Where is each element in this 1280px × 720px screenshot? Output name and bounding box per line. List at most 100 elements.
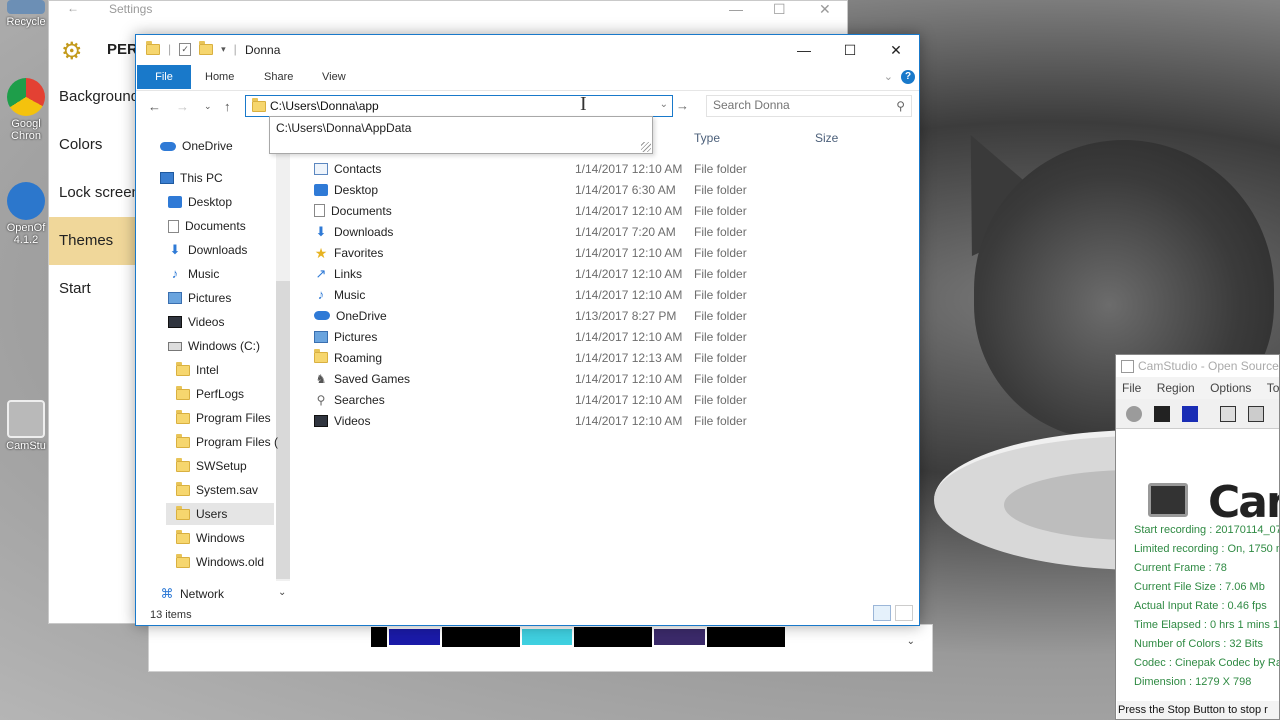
file-row[interactable]: ♪ Music 1/14/2017 12:10 AM File folder bbox=[311, 284, 911, 305]
back-arrow-icon[interactable]: ← bbox=[67, 1, 79, 15]
nav-item-music[interactable]: ♪ Music bbox=[168, 263, 220, 285]
file-type: File folder bbox=[694, 161, 747, 176]
theme-thumbnail[interactable] bbox=[652, 627, 708, 647]
file-row[interactable]: ♞ Saved Games 1/14/2017 12:10 AM File fol… bbox=[311, 368, 911, 389]
chevron-down-icon[interactable]: ⌄ bbox=[907, 636, 915, 647]
details-view-icon[interactable] bbox=[873, 605, 891, 621]
search-input[interactable] bbox=[713, 98, 873, 112]
nav-item-system-sav[interactable]: System.sav bbox=[176, 479, 258, 501]
menu-options[interactable]: Options bbox=[1210, 381, 1251, 395]
ribbon-tab-file[interactable]: File bbox=[137, 65, 191, 89]
autocomplete-item[interactable]: C:\Users\Donna\AppData bbox=[276, 121, 411, 135]
nav-item-windows-old[interactable]: Windows.old bbox=[176, 551, 264, 573]
minimize-icon[interactable]: — bbox=[729, 1, 743, 17]
desktop-icon-recycle-bin[interactable]: Recycle bbox=[2, 0, 50, 28]
file-row[interactable]: Documents 1/14/2017 12:10 AM File folder bbox=[311, 200, 911, 221]
settings-nav-background[interactable]: Background bbox=[49, 73, 135, 121]
menu-tools[interactable]: Too bbox=[1267, 381, 1279, 395]
pause-icon[interactable] bbox=[1154, 406, 1170, 422]
ribbon-tab-share[interactable]: Share bbox=[264, 65, 293, 89]
settings-nav-start[interactable]: Start bbox=[49, 265, 135, 313]
file-row[interactable]: Roaming 1/14/2017 12:13 AM File folder bbox=[311, 347, 911, 368]
nav-item-windows[interactable]: Windows bbox=[176, 527, 245, 549]
nav-pane-scrollbar-thumb[interactable] bbox=[276, 281, 290, 579]
minimize-button[interactable]: — bbox=[781, 39, 827, 61]
desktop-icon bbox=[314, 183, 328, 196]
file-row[interactable]: ★ Favorites 1/14/2017 12:10 AM File folde… bbox=[311, 242, 911, 263]
back-icon[interactable]: ← bbox=[148, 99, 161, 114]
file-row[interactable]: Pictures 1/14/2017 12:10 AM File folder bbox=[311, 326, 911, 347]
nav-item-program-files-x86[interactable]: Program Files ( bbox=[176, 431, 278, 453]
nav-item-documents[interactable]: Documents bbox=[168, 215, 246, 237]
file-name: Videos bbox=[334, 413, 371, 428]
nav-item-onedrive[interactable]: OneDrive bbox=[160, 135, 233, 157]
nav-item-label: Desktop bbox=[188, 195, 233, 209]
nav-item-perflogs[interactable]: PerfLogs bbox=[176, 383, 244, 405]
record-icon[interactable] bbox=[1126, 406, 1142, 422]
forward-icon[interactable]: → bbox=[176, 99, 189, 114]
nav-item-swsetup[interactable]: SWSetup bbox=[176, 455, 247, 477]
help-icon[interactable]: ? bbox=[901, 70, 915, 84]
desktop-icon-openoffice[interactable]: OpenOf 4.1.2 bbox=[2, 182, 50, 246]
maximize-button[interactable]: ☐ bbox=[827, 39, 873, 61]
file-type: File folder bbox=[694, 182, 747, 197]
large-icons-view-icon[interactable] bbox=[895, 605, 913, 621]
onedrive-icon bbox=[160, 141, 176, 151]
nav-item-this-pc[interactable]: This PC bbox=[160, 167, 223, 189]
nav-item-downloads[interactable]: ⬇ Downloads bbox=[168, 239, 248, 261]
expand-ribbon-icon[interactable]: ⌄ bbox=[884, 70, 893, 83]
search-icon[interactable]: ⚲ bbox=[896, 99, 905, 113]
theme-thumbnail[interactable] bbox=[387, 627, 442, 647]
nav-item-windows-c[interactable]: Windows (C:) bbox=[168, 335, 260, 357]
address-bar[interactable]: ⌄ bbox=[245, 95, 673, 117]
menu-file[interactable]: File bbox=[1122, 381, 1141, 395]
status-item-count: 13 items bbox=[150, 609, 192, 621]
nav-item-desktop[interactable]: Desktop bbox=[168, 191, 232, 213]
resize-grip-icon[interactable] bbox=[641, 142, 651, 152]
customize-dropdown-icon[interactable]: ▾ bbox=[221, 44, 226, 55]
nav-item-label: Program Files ( bbox=[196, 435, 279, 449]
nav-item-label: Windows bbox=[196, 531, 245, 545]
file-row[interactable]: Desktop 1/14/2017 6:30 AM File folder bbox=[311, 179, 911, 200]
maximize-icon[interactable]: ☐ bbox=[773, 1, 786, 18]
settings-nav-colors[interactable]: Colors bbox=[49, 121, 135, 169]
up-icon[interactable]: ↑ bbox=[224, 99, 231, 114]
column-header-type[interactable]: Type bbox=[694, 131, 720, 151]
column-header-size[interactable]: Size bbox=[815, 131, 838, 151]
desktop-icon-camstudio[interactable]: CamStu bbox=[2, 400, 50, 452]
menu-region[interactable]: Region bbox=[1157, 381, 1195, 395]
settings-nav-lock-screen[interactable]: Lock screen bbox=[49, 169, 135, 217]
new-folder-icon[interactable] bbox=[199, 40, 214, 55]
file-row[interactable]: Videos 1/14/2017 12:10 AM File folder bbox=[311, 410, 911, 431]
nav-item-program-files[interactable]: Program Files bbox=[176, 407, 271, 429]
file-row[interactable]: ⬇ Downloads 1/14/2017 7:20 AM File folder bbox=[311, 221, 911, 242]
theme-thumbnail[interactable] bbox=[519, 627, 575, 647]
chevron-down-icon[interactable]: ⌄ bbox=[660, 99, 668, 110]
file-type: File folder bbox=[694, 308, 747, 323]
settings-nav-themes[interactable]: Themes bbox=[49, 217, 135, 265]
go-arrow-icon[interactable]: → bbox=[676, 98, 689, 113]
close-icon[interactable]: ✕ bbox=[819, 1, 831, 18]
region-icon[interactable] bbox=[1220, 406, 1236, 422]
nav-item-network[interactable]: ⌘ Network bbox=[160, 583, 225, 605]
recent-locations-icon[interactable]: ⌄ bbox=[204, 101, 212, 112]
ribbon-tab-view[interactable]: View bbox=[322, 65, 346, 89]
nav-item-pictures[interactable]: Pictures bbox=[168, 287, 231, 309]
chevron-down-icon[interactable]: ⌄ bbox=[278, 587, 286, 598]
desktop-icon-chrome[interactable]: Googl Chron bbox=[2, 78, 50, 142]
properties-icon[interactable]: ✓ bbox=[179, 42, 192, 56]
close-button[interactable]: ✕ bbox=[873, 39, 919, 61]
stop-icon[interactable] bbox=[1182, 406, 1198, 422]
annotation-icon[interactable] bbox=[1248, 406, 1264, 422]
address-input[interactable] bbox=[270, 98, 600, 114]
file-row[interactable]: ↗ Links 1/14/2017 12:10 AM File folder bbox=[311, 263, 911, 284]
nav-item-videos[interactable]: Videos bbox=[168, 311, 224, 333]
ribbon-tab-home[interactable]: Home bbox=[205, 65, 234, 89]
folder-icon bbox=[252, 98, 266, 112]
search-box[interactable]: ⚲ bbox=[706, 95, 912, 117]
file-row[interactable]: OneDrive 1/13/2017 8:27 PM File folder bbox=[311, 305, 911, 326]
nav-item-users[interactable]: Users bbox=[166, 503, 274, 525]
file-row[interactable]: ⚲ Searches 1/14/2017 12:10 AM File folder bbox=[311, 389, 911, 410]
file-row[interactable]: Contacts 1/14/2017 12:10 AM File folder bbox=[311, 158, 911, 179]
nav-item-intel[interactable]: Intel bbox=[176, 359, 219, 381]
